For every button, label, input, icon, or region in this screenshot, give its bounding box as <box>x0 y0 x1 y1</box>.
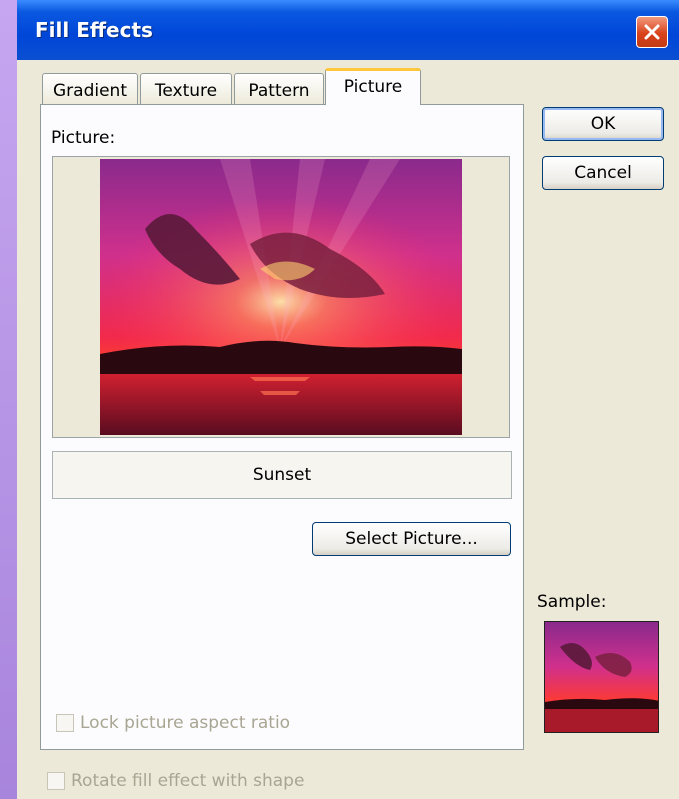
title-bar[interactable]: Fill Effects <box>17 0 679 60</box>
fill-effects-dialog: Fill Effects Gradient Texture Pattern Pi… <box>17 0 679 799</box>
tab-texture[interactable]: Texture <box>140 73 232 106</box>
select-picture-button[interactable]: Select Picture... <box>312 522 511 556</box>
dialog-title: Fill Effects <box>35 18 153 42</box>
ok-button[interactable]: OK <box>542 107 664 141</box>
lock-aspect-label: Lock picture aspect ratio <box>80 713 291 733</box>
tab-gradient[interactable]: Gradient <box>42 73 138 106</box>
sample-preview <box>544 621 659 733</box>
close-icon <box>644 24 660 40</box>
rotate-fill-checkbox[interactable] <box>47 772 65 790</box>
picture-name-field: Sunset <box>52 451 512 499</box>
cancel-button[interactable]: Cancel <box>542 156 664 190</box>
sunset-picture <box>100 159 462 435</box>
desktop-background <box>0 0 17 799</box>
sample-label: Sample: <box>537 592 607 612</box>
close-button[interactable] <box>636 16 668 48</box>
tab-pattern[interactable]: Pattern <box>234 73 324 106</box>
picture-preview-frame <box>52 156 510 438</box>
lock-aspect-checkbox[interactable] <box>56 714 74 732</box>
tab-picture[interactable]: Picture <box>325 68 421 105</box>
rotate-fill-label: Rotate fill effect with shape <box>71 771 305 791</box>
picture-label: Picture: <box>51 128 116 148</box>
